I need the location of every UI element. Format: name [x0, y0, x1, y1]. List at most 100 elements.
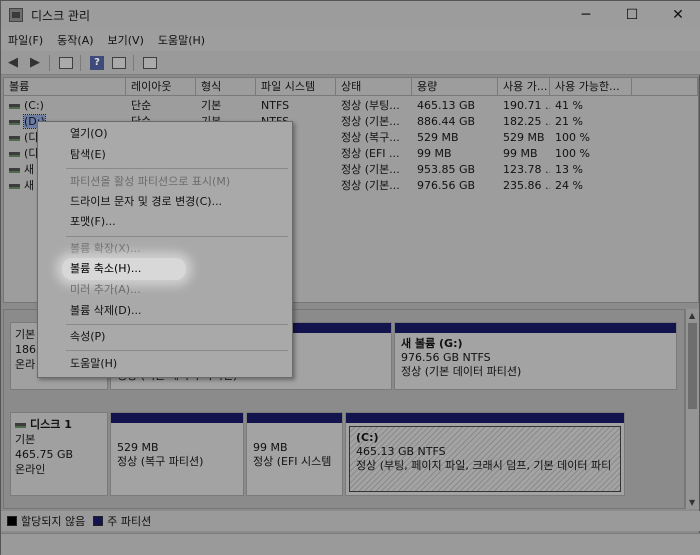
menu-item-format[interactable]: 포맷(F)... — [70, 212, 116, 232]
cell-percent-free: 100 % — [555, 131, 590, 144]
properties-icon[interactable] — [109, 54, 129, 72]
column-free-space[interactable]: 사용 가... — [498, 78, 550, 96]
toolbar: ◀ ▶ ? — [1, 51, 700, 75]
menu-item-open[interactable]: 열기(O) — [70, 124, 107, 144]
primary-partition-bar — [247, 413, 342, 423]
menu-bar: 파일(F) 동작(A) 보기(V) 도움말(H) — [1, 29, 700, 51]
cell-file-system: NTFS — [261, 99, 290, 112]
volume-icon — [9, 119, 20, 125]
volume-name: (C:) — [24, 99, 44, 112]
primary-partition-swatch — [93, 516, 104, 526]
primary-partition-bar — [395, 323, 676, 333]
cell-capacity: 886.44 GB — [417, 115, 476, 128]
menu-action[interactable]: 동작(A) — [50, 32, 100, 48]
menu-item-shrink-volume[interactable]: 볼륨 축소(H)... — [70, 259, 141, 279]
forward-icon[interactable]: ▶ — [25, 54, 45, 72]
menu-separator — [66, 350, 288, 351]
cell-free-space: 529 MB — [503, 131, 545, 144]
cell-percent-free: 24 % — [555, 179, 583, 192]
volume-icon — [9, 183, 20, 189]
legend-unallocated: 할당되지 않음 — [21, 515, 86, 528]
volume-name: 새 — [24, 163, 35, 176]
disk-1-label[interactable]: 디스크 1 기본 465.75 GB 온라인 — [10, 412, 108, 496]
volume-icon — [9, 167, 20, 173]
toolbar-separator — [49, 54, 50, 71]
menu-item-explore[interactable]: 탐색(E) — [70, 145, 106, 165]
cell-free-space: 99 MB — [503, 147, 538, 160]
settings-icon[interactable] — [140, 54, 160, 72]
help-icon[interactable]: ? — [87, 54, 107, 72]
disk-icon — [15, 422, 26, 428]
minimize-button[interactable]: ─ — [563, 1, 609, 29]
column-layout[interactable]: 레이아웃 — [126, 78, 196, 96]
title-bar: 디스크 관리 ─ ☐ ✕ — [1, 1, 700, 29]
disk-1-partition-recovery[interactable]: 529 MB 정상 (복구 파티션) — [110, 412, 244, 496]
partition-size: 99 MB — [253, 441, 288, 454]
back-icon[interactable]: ◀ — [3, 54, 23, 72]
cell-percent-free: 21 % — [555, 115, 583, 128]
menu-help[interactable]: 도움말(H) — [151, 32, 212, 48]
volume-icon — [9, 151, 20, 157]
cell-type: 기본 — [201, 99, 222, 112]
disk-1-status: 온라인 — [15, 463, 46, 476]
scroll-down-icon[interactable]: ▼ — [689, 498, 695, 507]
cell-capacity: 99 MB — [417, 147, 452, 160]
menu-item-change-drive-letter[interactable]: 드라이브 문자 및 경로 변경(C)... — [70, 192, 222, 212]
cell-status: 정상 (EFI ... — [341, 147, 400, 160]
maximize-button[interactable]: ☐ — [609, 1, 655, 29]
menu-item-extend-volume[interactable]: 볼륨 확장(X)... — [70, 239, 141, 259]
disk-0-partition-g[interactable]: 새 볼륨 (G:) 976.56 GB NTFS 정상 (기본 데이터 파티션) — [394, 322, 677, 390]
disk-1-partition-c[interactable]: (C:) 465.13 GB NTFS 정상 (부팅, 페이지 파일, 크래시 … — [345, 412, 625, 496]
disk-1-partition-efi[interactable]: 99 MB 정상 (EFI 시스템 — [246, 412, 343, 496]
menu-item-help[interactable]: 도움말(H) — [70, 354, 117, 374]
status-bar — [1, 533, 700, 555]
partition-title: (C:) — [356, 431, 379, 444]
legend: 할당되지 않음 주 파티션 — [1, 511, 700, 531]
cell-percent-free: 13 % — [555, 163, 583, 176]
cell-status: 정상 (복구... — [341, 131, 400, 144]
column-status[interactable]: 상태 — [336, 78, 412, 96]
disk-1-type: 기본 — [15, 433, 36, 446]
unallocated-swatch — [7, 516, 17, 526]
menu-view[interactable]: 보기(V) — [101, 32, 151, 48]
cell-free-space: 182.25 ... — [503, 115, 550, 128]
column-extra — [632, 78, 698, 96]
menu-item-add-mirror[interactable]: 미러 추가(A)... — [70, 280, 141, 300]
column-type[interactable]: 형식 — [196, 78, 256, 96]
disk-list-icon[interactable] — [56, 54, 76, 72]
disk-management-window: 디스크 관리 ─ ☐ ✕ 파일(F) 동작(A) 보기(V) 도움말(H) ◀ … — [0, 0, 700, 555]
vertical-scrollbar[interactable]: ▲ ▼ — [685, 309, 699, 509]
column-file-system[interactable]: 파일 시스템 — [256, 78, 336, 96]
cell-capacity: 953.85 GB — [417, 163, 476, 176]
menu-item-delete-volume[interactable]: 볼륨 삭제(D)... — [70, 301, 142, 321]
disk-1-size: 465.75 GB — [15, 448, 74, 461]
scroll-up-icon[interactable]: ▲ — [689, 311, 695, 320]
disk-1-name: 디스크 1 — [30, 418, 72, 431]
cell-free-space: 235.86 ... — [503, 179, 550, 192]
scroll-thumb[interactable] — [688, 323, 697, 409]
close-button[interactable]: ✕ — [655, 1, 700, 29]
partition-size: 976.56 GB NTFS — [401, 351, 491, 364]
cell-status: 정상 (기본... — [341, 179, 400, 192]
cell-free-space: 123.78 ... — [503, 163, 550, 176]
partition-size: 465.13 GB NTFS — [356, 445, 446, 458]
volume-name: 새 — [24, 179, 35, 192]
legend-primary: 주 파티션 — [107, 515, 152, 528]
column-capacity[interactable]: 용량 — [412, 78, 498, 96]
column-percent-free[interactable]: 사용 가능한... — [550, 78, 632, 96]
table-row[interactable]: (C:) 단순 기본 NTFS 정상 (부팅... 465.13 GB 190.… — [4, 98, 698, 114]
menu-item-properties[interactable]: 속성(P) — [70, 327, 105, 347]
cell-status: 정상 (기본... — [341, 115, 400, 128]
menu-separator — [66, 236, 288, 237]
volume-list-header: 볼륨 레이아웃 형식 파일 시스템 상태 용량 사용 가... 사용 가능한..… — [4, 78, 698, 96]
toolbar-separator — [80, 54, 81, 71]
menu-item-mark-active[interactable]: 파티션을 활성 파티션으로 표시(M) — [70, 172, 230, 192]
cell-capacity: 465.13 GB — [417, 99, 476, 112]
partition-status: 정상 (부팅, 페이지 파일, 크래시 덤프, 기본 데이터 파티 — [356, 459, 612, 472]
primary-partition-bar — [111, 413, 243, 423]
column-volume[interactable]: 볼륨 — [4, 78, 126, 96]
partition-status: 정상 (복구 파티션) — [117, 455, 204, 468]
primary-partition-bar — [346, 413, 624, 423]
volume-icon — [9, 135, 20, 141]
menu-file[interactable]: 파일(F) — [1, 32, 50, 48]
